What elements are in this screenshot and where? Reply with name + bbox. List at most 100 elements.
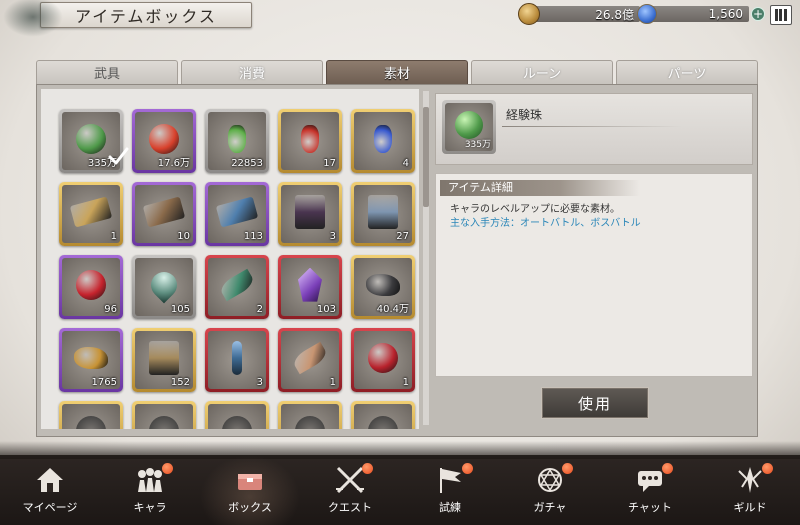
green-orb-icon <box>455 111 483 140</box>
dark-ore-icon <box>366 273 400 296</box>
use-button[interactable]: 使用 <box>541 387 649 419</box>
item-count: 3 <box>256 377 263 388</box>
red-potion-icon <box>301 124 319 153</box>
nav-item-flag[interactable]: 試練 <box>400 455 500 525</box>
content-panel: 335万 17.6万 22853 17 4 1 10 113 3 27 96 105 2 103 40.4万… <box>36 84 758 437</box>
item-icon <box>76 415 106 429</box>
coin-amount: 26.8億 <box>532 6 640 22</box>
nav-item-box[interactable]: ボックス <box>200 455 300 525</box>
add-gems-button[interactable]: + <box>751 7 765 21</box>
item-slot[interactable]: 27 <box>351 182 415 246</box>
nav-item-house[interactable]: マイページ <box>0 455 100 525</box>
item-slot[interactable]: 3 <box>205 328 269 392</box>
gold-nuggets-icon <box>74 346 108 369</box>
section-label: アイテム詳細 <box>440 180 640 196</box>
item-grid: 335万 17.6万 22853 17 4 1 10 113 3 27 96 105 2 103 40.4万… <box>41 89 419 429</box>
nav-label: 試練 <box>439 501 461 514</box>
wing-icon <box>290 341 330 374</box>
purple-crystal-icon <box>298 267 322 302</box>
notification-badge <box>762 463 773 474</box>
item-slot[interactable] <box>59 401 123 429</box>
green-potion-icon <box>228 124 246 153</box>
item-count: 4 <box>402 158 409 169</box>
tab-consumables[interactable]: 消費 <box>181 60 323 84</box>
nav-item-chat[interactable]: チャット <box>600 455 700 525</box>
green-leaf-icon <box>217 268 257 301</box>
item-count: 40.4万 <box>376 304 409 315</box>
parchment-icon <box>149 340 179 375</box>
bottom-nav: マイページ キャラ ボックス クエスト 試練 ガチャ チャット ギルド <box>0 441 800 525</box>
item-slot[interactable]: 103 <box>278 255 342 319</box>
notification-badge <box>562 463 573 474</box>
item-icon <box>222 415 252 429</box>
item-slot[interactable] <box>205 401 269 429</box>
item-icon <box>295 415 325 429</box>
item-count: 103 <box>316 304 336 315</box>
item-slot[interactable]: 40.4万 <box>351 255 415 319</box>
item-slot[interactable]: 4 <box>351 109 415 173</box>
menu-button[interactable] <box>770 5 792 25</box>
gold-ticket-icon <box>69 196 113 228</box>
item-slot[interactable]: 96 <box>59 255 123 319</box>
blue-potion-icon <box>374 124 392 153</box>
item-slot[interactable]: 22853 <box>205 109 269 173</box>
item-icon <box>149 415 179 429</box>
item-count: 152 <box>170 377 190 388</box>
divider <box>502 126 682 127</box>
item-count: 10 <box>177 231 190 242</box>
notification-badge <box>162 463 173 474</box>
item-slot[interactable]: 1 <box>351 328 415 392</box>
item-slot[interactable]: 105 <box>132 255 196 319</box>
item-slot[interactable] <box>132 401 196 429</box>
item-source: 主な入手方法：オートバトル、ボスバトル <box>450 218 641 229</box>
notification-badge <box>662 463 673 474</box>
item-count: 1 <box>329 377 336 388</box>
category-tabs: 武具 消費 素材 ルーン パーツ <box>36 60 758 84</box>
house-icon <box>33 465 67 495</box>
item-count: 2 <box>256 304 263 315</box>
green-heart-icon <box>145 266 183 304</box>
nav-label: ギルド <box>733 501 767 514</box>
item-slot[interactable]: 10 <box>132 182 196 246</box>
item-slot[interactable] <box>278 401 342 429</box>
item-count: 105 <box>170 304 190 315</box>
item-slot[interactable]: 2 <box>205 255 269 319</box>
green-orb-icon <box>76 123 106 154</box>
item-slot[interactable]: 335万 <box>59 109 129 173</box>
item-name: 経験珠 <box>506 108 543 122</box>
gem-icon <box>637 4 657 24</box>
tab-runes[interactable]: ルーン <box>471 60 613 84</box>
item-slot[interactable]: 113 <box>205 182 269 246</box>
item-slot[interactable]: 1 <box>59 182 123 246</box>
tab-parts[interactable]: パーツ <box>616 60 758 84</box>
nav-item-magic-circle[interactable]: ガチャ <box>500 455 600 525</box>
item-slot[interactable]: 3 <box>278 182 342 246</box>
item-slot[interactable]: 1765 <box>59 328 123 392</box>
nav-label: マイページ <box>22 501 78 514</box>
notification-badge <box>362 463 373 474</box>
tab-materials[interactable]: 素材 <box>326 60 468 84</box>
item-description: キャラのレベルアップに必要な素材。 <box>450 204 620 215</box>
item-count: 1765 <box>91 377 117 388</box>
checkmark-icon <box>108 147 129 165</box>
tab-weapons[interactable]: 武具 <box>36 60 178 84</box>
nav-label: キャラ <box>133 501 167 514</box>
item-box-screen: アイテムボックス 26.8億 1,560 + 武具 消費 素材 ルーン パーツ … <box>0 0 800 525</box>
item-icon <box>368 415 398 429</box>
item-count: 27 <box>396 231 409 242</box>
nav-label: チャット <box>628 501 672 514</box>
dark-scroll-icon <box>295 194 325 229</box>
nav-item-crossed-swords[interactable]: クエスト <box>300 455 400 525</box>
item-slot[interactable]: 17.6万 <box>132 109 196 173</box>
item-detail-header: 335万 経験珠 <box>435 93 753 165</box>
item-count: 3 <box>329 231 336 242</box>
nav-item-characters[interactable]: キャラ <box>100 455 200 525</box>
item-slot[interactable]: 152 <box>132 328 196 392</box>
item-slot[interactable] <box>351 401 415 429</box>
item-slot[interactable]: 1 <box>278 328 342 392</box>
gem-counter: 1,560 + <box>637 4 765 24</box>
scrollbar-thumb[interactable] <box>423 107 429 207</box>
nav-item-guild-emblem[interactable]: ギルド <box>700 455 800 525</box>
item-count: 1 <box>110 231 117 242</box>
item-slot[interactable]: 17 <box>278 109 342 173</box>
